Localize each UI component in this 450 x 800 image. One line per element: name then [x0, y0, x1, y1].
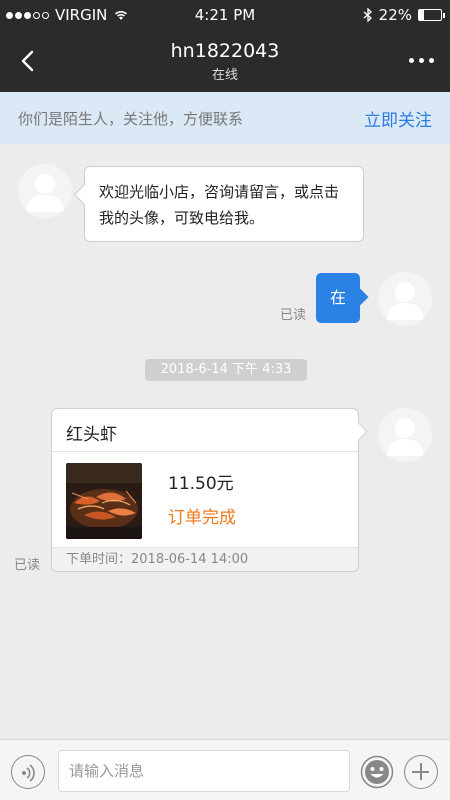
read-receipt: 已读 — [14, 558, 41, 573]
stranger-tip: 你们是陌生人，关注他，方便联系 — [18, 110, 244, 128]
message-timestamp: 2018-6-14 下午 4:33 — [145, 359, 307, 381]
nav-bar: hn1822043 在线 — [0, 30, 450, 92]
more-options-icon[interactable] — [409, 58, 434, 63]
my-avatar[interactable] — [378, 272, 432, 326]
default-avatar-icon — [386, 282, 424, 320]
voice-icon — [22, 764, 35, 782]
order-time: 下单时间：2018-06-14 14:00 — [52, 547, 358, 571]
contact-avatar[interactable] — [18, 164, 72, 218]
battery-percent: 22% — [378, 6, 412, 24]
input-bar — [0, 739, 450, 800]
order-status: 订单完成 — [168, 508, 236, 528]
read-receipt: 已读 — [280, 308, 307, 323]
contact-name: hn1822043 — [170, 40, 280, 62]
add-attachment-button[interactable] — [404, 755, 438, 789]
order-divider — [52, 451, 358, 452]
emoji-button[interactable] — [360, 755, 394, 789]
order-price: 11.50元 — [168, 474, 234, 494]
order-product-name: 红头虾 — [66, 425, 117, 445]
welcome-message-bubble: 欢迎光临小店，咨询请留言，或点击我的头像，可致电给我。 — [84, 166, 364, 242]
online-status: 在线 — [211, 68, 238, 83]
order-card[interactable]: 红头虾 11.50元 订单完成 下单时间：2018-06-14 14:00 — [51, 408, 359, 572]
battery-icon — [418, 9, 445, 21]
bluetooth-icon — [363, 8, 372, 22]
follow-banner: 你们是陌生人，关注他，方便联系 立即关注 — [0, 92, 450, 144]
order-product-image — [66, 463, 142, 539]
follow-button[interactable]: 立即关注 — [364, 106, 432, 131]
voice-input-button[interactable] — [11, 755, 45, 789]
my-avatar[interactable] — [378, 408, 432, 462]
status-bar: VIRGIN 4:21 PM 22% — [0, 0, 450, 30]
status-right: 22% — [363, 6, 445, 24]
default-avatar-icon — [386, 418, 424, 456]
outgoing-message-bubble: 在 — [316, 273, 360, 323]
message-input[interactable] — [58, 750, 350, 792]
emoji-icon — [360, 755, 394, 789]
default-avatar-icon — [26, 174, 64, 212]
